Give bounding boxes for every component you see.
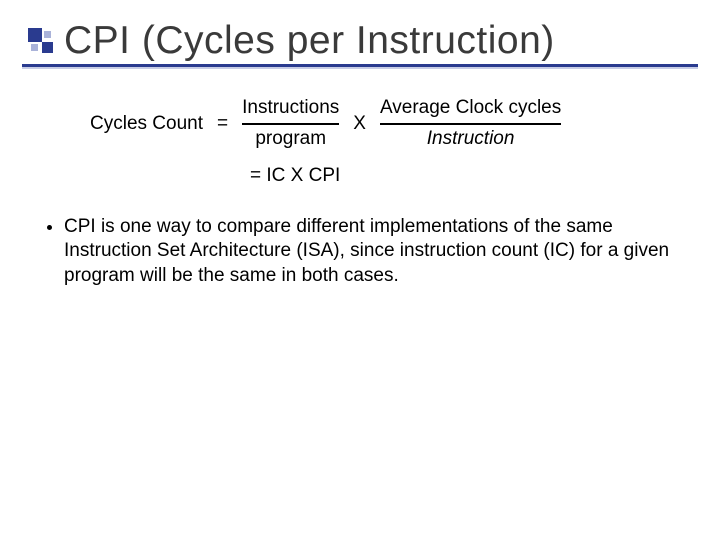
- slide-title: CPI (Cycles per Instruction): [64, 19, 555, 63]
- formula-equals: =: [217, 113, 228, 135]
- fraction-1: Instructions program: [242, 96, 339, 151]
- fraction-2: Average Clock cycles Instruction: [380, 96, 561, 151]
- title-underline-shadow: [22, 67, 698, 69]
- fraction-2-denominator: Instruction: [427, 127, 515, 152]
- multiply-symbol: X: [353, 113, 366, 135]
- fraction-2-bar: [380, 123, 561, 125]
- slide: CPI (Cycles per Instruction) Cycles Coun…: [0, 0, 720, 540]
- formula-line-1: Cycles Count = Instructions program X Av…: [90, 96, 670, 151]
- fraction-2-numerator: Average Clock cycles: [380, 96, 561, 121]
- fraction-1-numerator: Instructions: [242, 96, 339, 121]
- title-row: CPI (Cycles per Instruction): [0, 10, 720, 72]
- formula-line-2: = IC X CPI: [250, 165, 670, 187]
- formula-lhs: Cycles Count: [90, 113, 203, 135]
- fraction-1-bar: [242, 123, 339, 125]
- fraction-1-denominator: program: [255, 127, 326, 152]
- bullet-1: CPI is one way to compare different impl…: [64, 215, 682, 288]
- body-text: CPI is one way to compare different impl…: [42, 215, 682, 288]
- formula-block: Cycles Count = Instructions program X Av…: [90, 96, 670, 187]
- title-bullet-icon: [28, 28, 54, 54]
